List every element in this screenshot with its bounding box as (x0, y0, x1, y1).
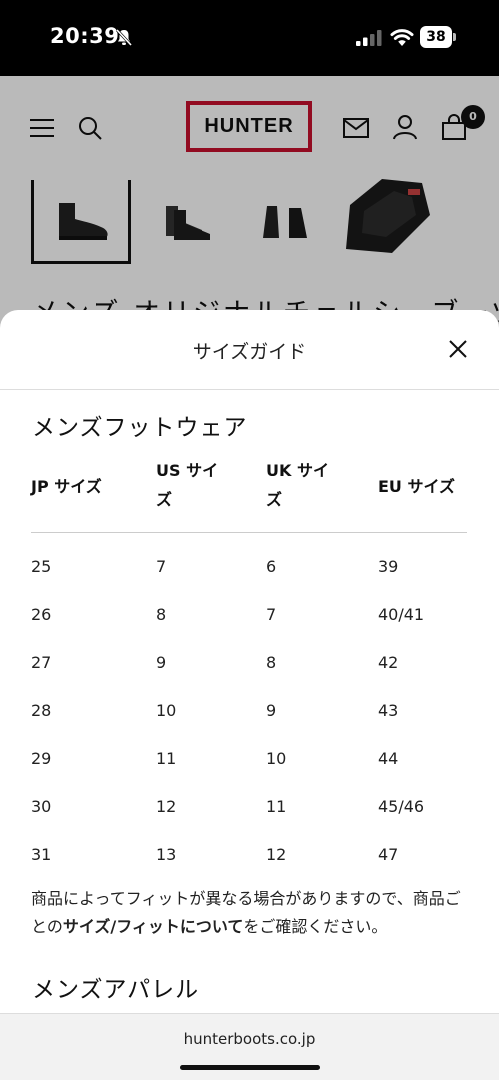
cell-us: 11 (156, 749, 177, 768)
browser-url-bar[interactable]: hunterboots.co.jp (0, 1013, 499, 1080)
size-guide-modal: サイズガイド メンズフットウェア JP サイズ US サイ ズ UK サイ ズ … (0, 310, 499, 1080)
cell-jp: 30 (31, 797, 52, 816)
cell-eu: 39 (378, 557, 399, 576)
home-indicator (180, 1065, 320, 1070)
cell-us: 8 (156, 605, 167, 624)
cell-eu: 40/41 (378, 605, 425, 624)
table-row: 26 8 7 40/41 (31, 605, 467, 635)
cell-eu: 45/46 (378, 797, 425, 816)
fit-note: 商品によってフィットが異なる場合がありますので、商品ごとのサイズ/フィットについ… (31, 885, 471, 941)
cell-uk: 7 (266, 605, 277, 624)
cell-jp: 26 (31, 605, 52, 624)
cell-uk: 12 (266, 845, 287, 864)
url-text[interactable]: hunterboots.co.jp (0, 1030, 499, 1048)
modal-header: サイズガイド (0, 310, 499, 390)
cell-us: 9 (156, 653, 167, 672)
cell-eu: 44 (378, 749, 399, 768)
cell-us: 12 (156, 797, 177, 816)
modal-title: サイズガイド (192, 341, 307, 363)
cell-us: 13 (156, 845, 177, 864)
status-time: 20:39 (50, 24, 120, 48)
table-divider (31, 532, 467, 533)
table-row: 30 12 11 45/46 (31, 797, 467, 827)
apparel-section-title: メンズアパレル (32, 977, 200, 1003)
battery-tip (453, 33, 456, 41)
bell-muted-icon (116, 29, 132, 46)
fit-note-text-end: をご確認ください。 (243, 917, 388, 936)
cell-eu: 43 (378, 701, 399, 720)
close-icon[interactable] (446, 337, 470, 361)
battery-indicator: 38 (420, 26, 456, 48)
cell-uk: 6 (266, 557, 277, 576)
cell-jp: 28 (31, 701, 52, 720)
column-header-eu: EU サイズ (378, 477, 456, 496)
table-row: 29 11 10 44 (31, 749, 467, 779)
size-fit-link[interactable]: サイズ/フィットについて (63, 917, 244, 936)
cell-eu: 42 (378, 653, 399, 672)
wifi-icon (390, 29, 414, 46)
status-bar: 20:39 38 (0, 0, 499, 76)
cell-jp: 27 (31, 653, 52, 672)
cell-uk: 10 (266, 749, 287, 768)
column-header-us: US サイ ズ (156, 461, 219, 509)
cell-uk: 9 (266, 701, 277, 720)
table-row: 27 9 8 42 (31, 653, 467, 683)
cell-eu: 47 (378, 845, 399, 864)
cell-jp: 29 (31, 749, 52, 768)
cell-uk: 11 (266, 797, 287, 816)
table-row: 31 13 12 47 (31, 845, 467, 875)
table-row: 28 10 9 43 (31, 701, 467, 731)
cell-jp: 31 (31, 845, 52, 864)
battery-level: 38 (420, 26, 452, 48)
column-header-jp: JP サイズ (31, 477, 102, 496)
cell-us: 10 (156, 701, 177, 720)
signal-icon (356, 30, 382, 46)
footwear-section-title: メンズフットウェア (32, 415, 248, 441)
cell-us: 7 (156, 557, 167, 576)
cell-jp: 25 (31, 557, 52, 576)
table-row: 25 7 6 39 (31, 557, 467, 587)
cell-uk: 8 (266, 653, 277, 672)
column-header-uk: UK サイ ズ (266, 461, 329, 509)
